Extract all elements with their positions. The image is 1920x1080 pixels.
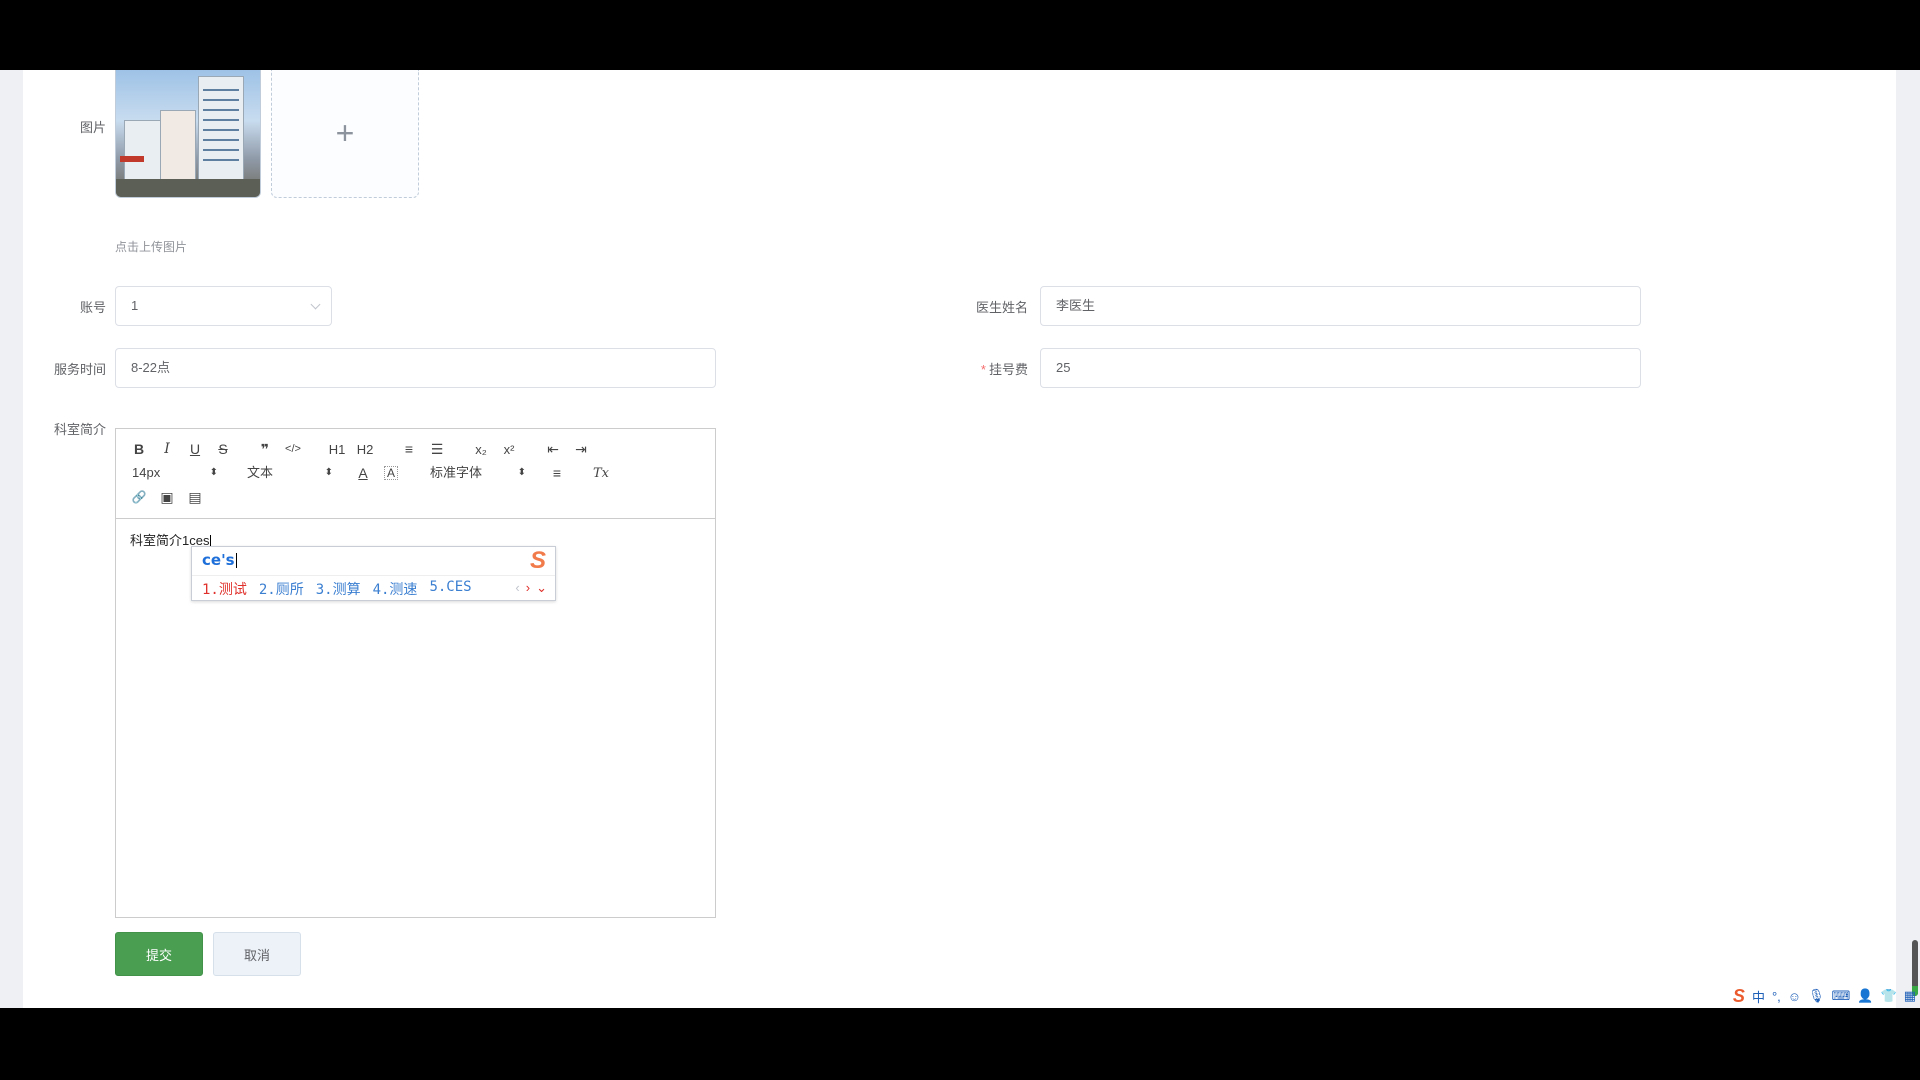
keyboard-icon[interactable]: ⌨ [1832,988,1851,1004]
ime-next-page-icon[interactable]: › [526,580,530,596]
font-family-select[interactable]: 标准字体 ⬍ [430,463,526,483]
ime-composition-text: ce's [202,551,235,569]
ime-candidate[interactable]: 5.CES [429,579,471,599]
code-block-button[interactable]: </> [282,439,304,459]
clear-format-icon: Tx [592,465,609,481]
ime-caret [235,553,237,568]
hospital-building-image [116,70,260,197]
updown-icon: ⬍ [209,467,218,478]
lang-toggle[interactable]: 中 [1752,987,1765,1006]
underline-button[interactable]: U [184,439,206,459]
subscript-button[interactable]: x₂ [470,439,492,459]
outdent-icon: ⇤ [547,440,559,457]
form-container: 图片 + 点击上传图片 账号 1 医生姓名 李医生 服务时间 8-22点 * 挂… [23,70,1896,1008]
registration-fee-label: * 挂号费 [923,359,1028,378]
service-time-label: 服务时间 [53,362,106,377]
required-mark: * [980,362,986,377]
font-family-value: 标准字体 [430,465,483,480]
updown-icon: ⬍ [324,467,333,478]
blockquote-button[interactable]: ❞ [254,439,276,459]
user-icon[interactable]: 👤 [1857,988,1873,1004]
account-label: 账号 [79,300,106,315]
italic-button[interactable]: I [156,439,178,459]
ime-candidate-window: ce's S 1.测试 2.厕所 3.测算 4.测速 5.CES ‹ › ⌄ [191,546,556,601]
uploaded-image-thumbnail[interactable] [115,70,261,198]
background-color-button[interactable]: A [384,466,398,480]
plus-icon: + [335,115,355,151]
font-size-select[interactable]: 14px ⬍ [132,463,218,483]
service-time-input[interactable]: 8-22点 [115,348,716,388]
ime-nav: ‹ › ⌄ [515,580,547,596]
indent-icon[interactable]: ⇥ [575,441,587,458]
image-button[interactable]: ▣ [156,487,178,507]
service-time-value: 8-22点 [131,360,171,375]
header-select-value: 文本 [247,465,274,480]
editor-toolbar: B I U S ❞ </> H1 H2 ≡ ☰ x₂ x² ⇤ ⇥ 14px ⬍ [116,429,715,519]
link-icon: 🔗 [131,490,147,504]
ime-candidate[interactable]: 2.厕所 [259,579,304,599]
chevron-down-icon [310,299,321,310]
ime-candidates: 1.测试 2.厕所 3.测算 4.测速 5.CES [202,579,472,599]
submit-button[interactable]: 提交 [115,932,203,976]
bullet-list-button[interactable]: ☰ [426,439,448,459]
clear-format-button[interactable]: Tx [590,463,612,483]
doctor-name-label: 医生姓名 [975,300,1028,315]
doctor-name-value: 李医生 [1056,298,1096,313]
doctor-name-input[interactable]: 李医生 [1040,286,1641,326]
font-color-icon: A [358,465,368,481]
upload-tip: 点击上传图片 [115,240,188,254]
dept-intro-label: 科室简介 [53,422,106,437]
ime-composition: ce's [202,551,237,569]
bullet-list-icon: ☰ [430,440,444,457]
toolbox-icon[interactable]: ▦ [1904,988,1916,1004]
rich-text-editor: B I U S ❞ </> H1 H2 ≡ ☰ x₂ x² ⇤ ⇥ 14px ⬍ [115,428,716,918]
h1-button[interactable]: H1 [326,439,348,459]
page-background: 图片 + 点击上传图片 账号 1 医生姓名 李医生 服务时间 8-22点 * 挂… [0,70,1920,1008]
cancel-button[interactable]: 取消 [213,932,301,976]
ime-candidate[interactable]: 3.测算 [316,579,361,599]
registration-fee-value: 25 [1056,360,1071,375]
ime-status-bar: S 中 °, ☺ 🎙 ⌨ 👤 👕 ▦ [1733,984,1916,1008]
ime-divider [192,575,555,576]
indent-button[interactable]: ⇥ [570,439,592,459]
registration-fee-label-text: 挂号费 [988,362,1028,377]
emoji-icon[interactable]: ☺ [1788,989,1801,1004]
video-button[interactable]: ▤ [184,487,206,507]
ime-candidate[interactable]: 1.测试 [202,579,247,599]
sogou-tray-logo-icon[interactable]: S [1733,986,1745,1007]
ordered-list-button[interactable]: ≡ [398,439,420,459]
superscript-button[interactable]: x² [498,439,520,459]
ime-prev-page-icon[interactable]: ‹ [515,580,519,596]
sogou-logo-icon: S [529,547,546,574]
ordered-list-icon: ≡ [404,441,414,457]
account-select-value: 1 [131,298,139,313]
microphone-icon[interactable]: 🎙 [1808,988,1825,1004]
image-upload-button[interactable]: + [271,70,419,198]
h2-button[interactable]: H2 [354,439,376,459]
align-left-icon: ≡ [552,465,562,481]
font-size-value: 14px [132,465,161,480]
ime-expand-icon[interactable]: ⌄ [536,580,547,596]
header-select[interactable]: 文本 ⬍ [247,463,333,483]
outdent-button[interactable]: ⇤ [542,439,564,459]
registration-fee-input[interactable]: 25 [1040,348,1641,388]
video-icon: ▤ [188,488,202,505]
align-button[interactable]: ≡ [546,463,568,483]
text-color-button[interactable]: A [352,463,374,483]
ime-candidate[interactable]: 4.测速 [373,579,418,599]
background-color-icon: A [386,466,395,480]
skin-icon[interactable]: 👕 [1881,988,1897,1004]
image-icon: ▣ [160,488,174,505]
punctuation-toggle[interactable]: °, [1772,989,1781,1004]
account-select[interactable]: 1 [115,286,332,326]
updown-icon: ⬍ [517,467,526,478]
image-label: 图片 [79,120,106,135]
strike-button[interactable]: S [212,439,234,459]
bold-button[interactable]: B [128,439,150,459]
link-button[interactable]: 🔗 [128,487,150,507]
